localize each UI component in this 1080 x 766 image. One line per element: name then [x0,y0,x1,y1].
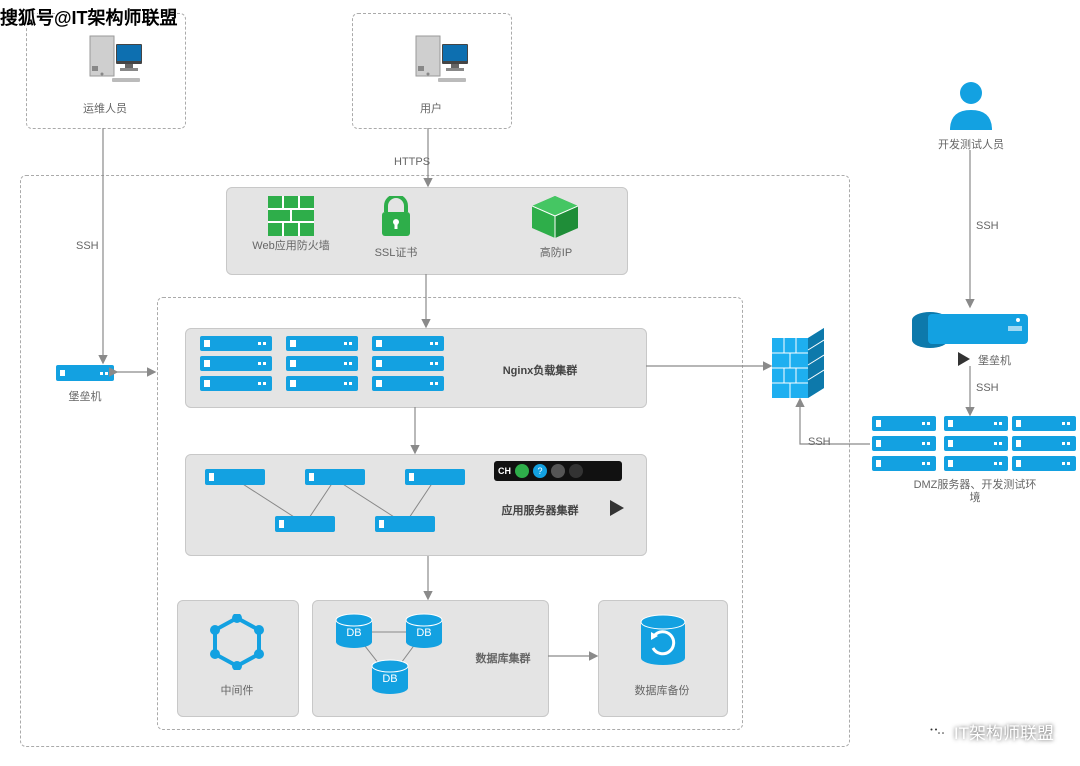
db-cluster-icon: DB DB DB [320,606,460,700]
app-cluster-label: 应用服务器集群 [480,502,600,518]
lock-icon [380,196,412,238]
dmz-label: DMZ服务器、开发测试环境 [910,479,1040,505]
anti-ddos-label: 高防IP [516,244,596,260]
middleware-label: 中间件 [180,682,294,698]
firewall-3d-icon [772,328,824,402]
ssl-label: SSL证书 [356,244,436,260]
edge-https: HTTPS [394,156,430,168]
cube-icon [532,196,578,238]
desktop-icon [70,30,142,94]
middleware-icon [209,614,265,670]
nginx-label: Nginx负载集群 [470,362,610,378]
watermark-br-label: IT架构师联盟 [954,719,1054,744]
desktop-icon [396,30,468,94]
toolbar-ch-label: CH [498,466,511,476]
toolbar-icon-strip: CH ? [494,461,622,481]
db-cluster-label: 数据库集群 [458,650,548,666]
dev-test-staff-label: 开发测试人员 [926,136,1016,152]
edge-ssh-left: SSH [76,240,99,252]
server-stack-icon [200,336,272,392]
server-stack-icon [1012,416,1076,474]
watermark-top-left: 搜狐号@IT架构师联盟 [0,4,178,30]
edge-ssh-bastion-dmz: SSH [976,382,999,394]
person-icon [946,80,996,132]
watermark-bottom-right: IT架构师联盟 [926,719,1054,744]
bastion-right-label: 堡垒机 [978,352,1048,368]
server-stack-icon [872,416,936,474]
firewall-icon [268,196,314,236]
server-bar-icon [56,365,114,383]
db-backup-icon [638,614,688,668]
svg-text:DB: DB [382,673,397,685]
wide-server-icon [910,310,1030,354]
svg-text:DB: DB [346,627,361,639]
wechat-icon [926,723,948,741]
app-mesh-icon [200,464,470,544]
play-icon [958,352,972,366]
bastion-left-label: 堡垒机 [50,388,120,404]
user-label: 用户 [376,100,486,116]
db-backup-label: 数据库备份 [600,682,724,698]
play-icon [610,500,626,516]
server-stack-icon [372,336,444,392]
svg-text:DB: DB [416,627,431,639]
server-stack-icon [286,336,358,392]
server-stack-icon [944,416,1008,474]
waf-label: Web应用防火墙 [248,240,334,252]
ops-staff-label: 运维人员 [50,100,160,116]
edge-ssh-dmz: SSH [808,436,831,448]
edge-ssh-dev: SSH [976,220,999,232]
